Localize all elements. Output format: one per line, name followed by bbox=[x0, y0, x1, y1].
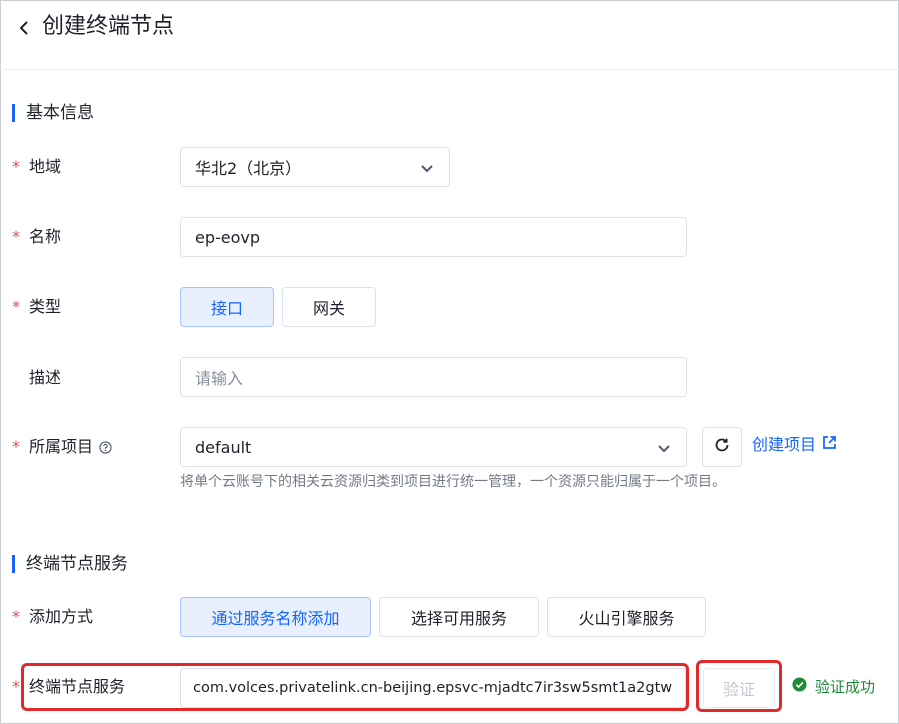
external-link-icon bbox=[822, 434, 837, 456]
add-method-label: * 添加方式 bbox=[12, 607, 94, 626]
required-marker: * bbox=[12, 157, 20, 176]
highlight-box-verify bbox=[696, 660, 782, 712]
project-select[interactable]: default bbox=[180, 427, 687, 467]
chevron-left-icon[interactable] bbox=[14, 14, 34, 42]
add-method-volcengine[interactable]: 火山引擎服务 bbox=[547, 597, 706, 637]
description-input[interactable]: 请输入 bbox=[180, 357, 687, 397]
chevron-down-icon bbox=[656, 440, 672, 456]
required-marker: * bbox=[12, 227, 20, 246]
type-label: * 类型 bbox=[12, 297, 62, 316]
name-label: * 名称 bbox=[12, 227, 62, 246]
add-method-select-available[interactable]: 选择可用服务 bbox=[379, 597, 539, 637]
refresh-icon bbox=[713, 436, 731, 458]
type-option-gateway[interactable]: 网关 bbox=[282, 287, 376, 327]
type-option-interface[interactable]: 接口 bbox=[180, 287, 274, 327]
verify-status: 验证成功 bbox=[792, 676, 875, 698]
highlight-box-service bbox=[21, 663, 689, 711]
required-marker: * bbox=[12, 297, 20, 316]
project-label: * 所属项目 bbox=[12, 436, 112, 458]
chevron-down-icon bbox=[419, 160, 435, 176]
region-select[interactable]: 华北2（北京） bbox=[180, 147, 450, 187]
page-header: 创建终端节点 bbox=[0, 0, 899, 70]
description-label: 描述 bbox=[29, 368, 62, 387]
section-endpoint-service: 终端节点服务 bbox=[12, 553, 128, 575]
help-icon[interactable] bbox=[99, 440, 112, 454]
section-basic-info: 基本信息 bbox=[12, 102, 94, 124]
required-marker: * bbox=[12, 437, 20, 456]
refresh-button[interactable] bbox=[702, 427, 742, 467]
required-marker: * bbox=[12, 607, 20, 626]
check-circle-icon bbox=[792, 676, 807, 698]
name-input[interactable]: ep-eovp bbox=[180, 217, 687, 257]
add-method-by-name[interactable]: 通过服务名称添加 bbox=[180, 597, 371, 637]
region-label: * 地域 bbox=[12, 157, 62, 176]
create-project-link[interactable]: 创建项目 bbox=[752, 434, 837, 456]
page-title: 创建终端节点 bbox=[42, 14, 175, 39]
project-hint: 将单个云账号下的相关云资源归类到项目进行统一管理，一个资源只能归属于一个项目。 bbox=[180, 474, 726, 490]
